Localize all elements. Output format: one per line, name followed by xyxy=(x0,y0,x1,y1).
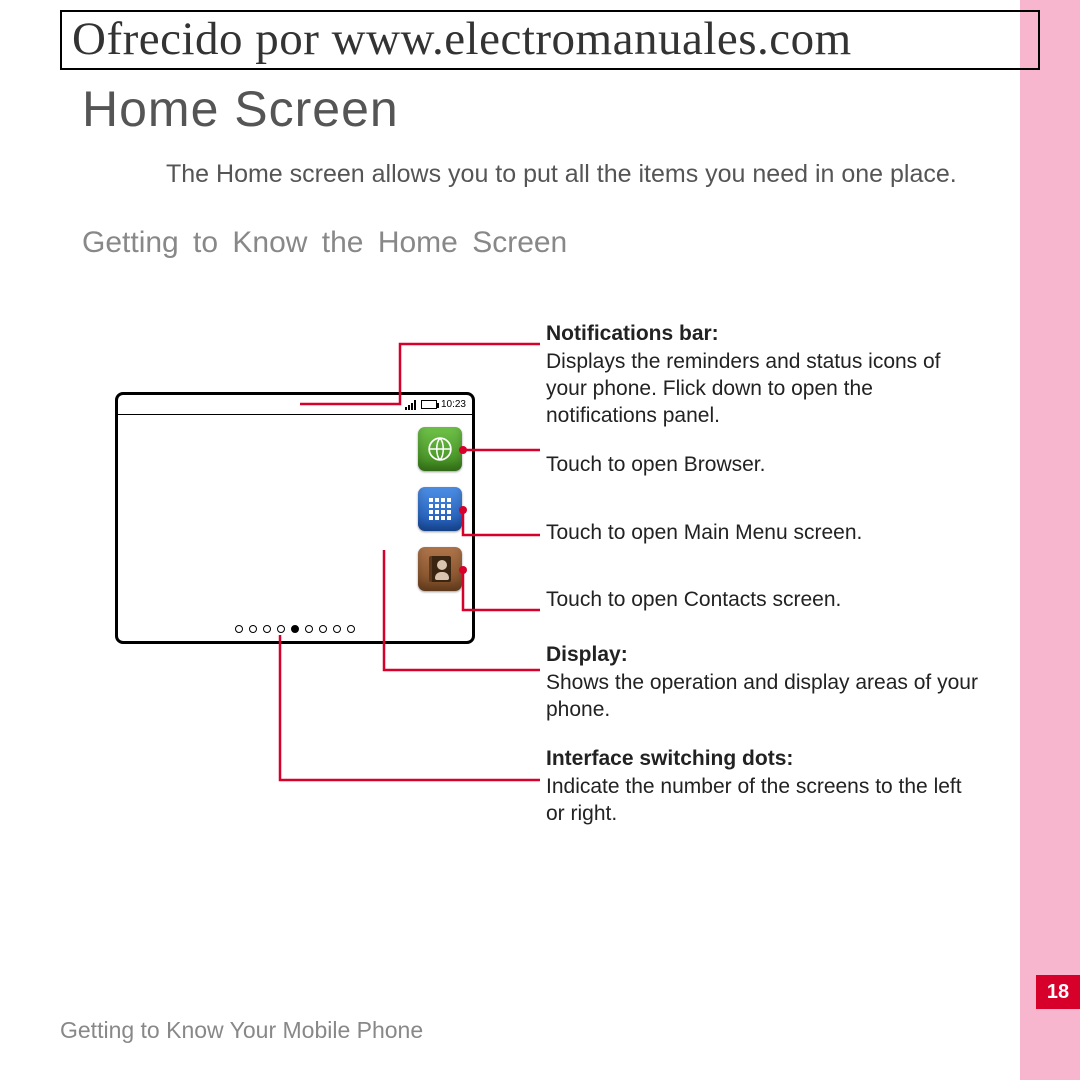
callout-notifications-desc: Displays the reminders and status icons … xyxy=(546,350,941,428)
phone-app-icon-column xyxy=(418,427,462,591)
main-menu-app-icon xyxy=(418,487,462,531)
page-title: Home Screen xyxy=(82,80,960,138)
footer-chapter-title: Getting to Know Your Mobile Phone xyxy=(60,1017,423,1044)
page-number-badge: 18 xyxy=(1036,975,1080,1009)
contacts-app-icon xyxy=(418,547,462,591)
page-indicator-dots xyxy=(235,625,355,633)
globe-icon xyxy=(427,436,453,462)
person-icon xyxy=(429,556,451,582)
page-content: Ofrecido por www.electromanuales.com Hom… xyxy=(0,0,1020,1080)
callout-display-desc: Shows the operation and display areas of… xyxy=(546,671,978,721)
callout-display-label: Display: xyxy=(546,643,628,666)
callout-notifications-label: Notifications bar: xyxy=(546,322,719,345)
signal-icon xyxy=(405,400,417,410)
callout-dots-label: Interface switching dots: xyxy=(546,747,793,770)
battery-icon xyxy=(421,400,437,409)
side-color-strip xyxy=(1020,0,1080,1080)
callout-browser-desc: Touch to open Browser. xyxy=(546,451,986,478)
intro-paragraph: The Home screen allows you to put all th… xyxy=(166,156,986,192)
provided-by-header: Ofrecido por www.electromanuales.com xyxy=(60,10,1040,70)
status-bar-time: 10:23 xyxy=(441,399,466,410)
callout-dots-desc: Indicate the number of the screens to th… xyxy=(546,775,962,825)
callout-text-column: Notifications bar: Displays the reminder… xyxy=(546,320,986,841)
subsection-heading: Getting to Know the Home Screen xyxy=(82,226,960,260)
phone-mockup: 10:23 xyxy=(115,392,475,644)
callout-menu-desc: Touch to open Main Menu screen. xyxy=(546,519,986,546)
callout-contacts-desc: Touch to open Contacts screen. xyxy=(546,586,986,613)
browser-app-icon xyxy=(418,427,462,471)
grid-icon xyxy=(429,498,451,520)
phone-status-bar: 10:23 xyxy=(118,395,472,415)
diagram-area: 10:23 xyxy=(60,320,960,890)
